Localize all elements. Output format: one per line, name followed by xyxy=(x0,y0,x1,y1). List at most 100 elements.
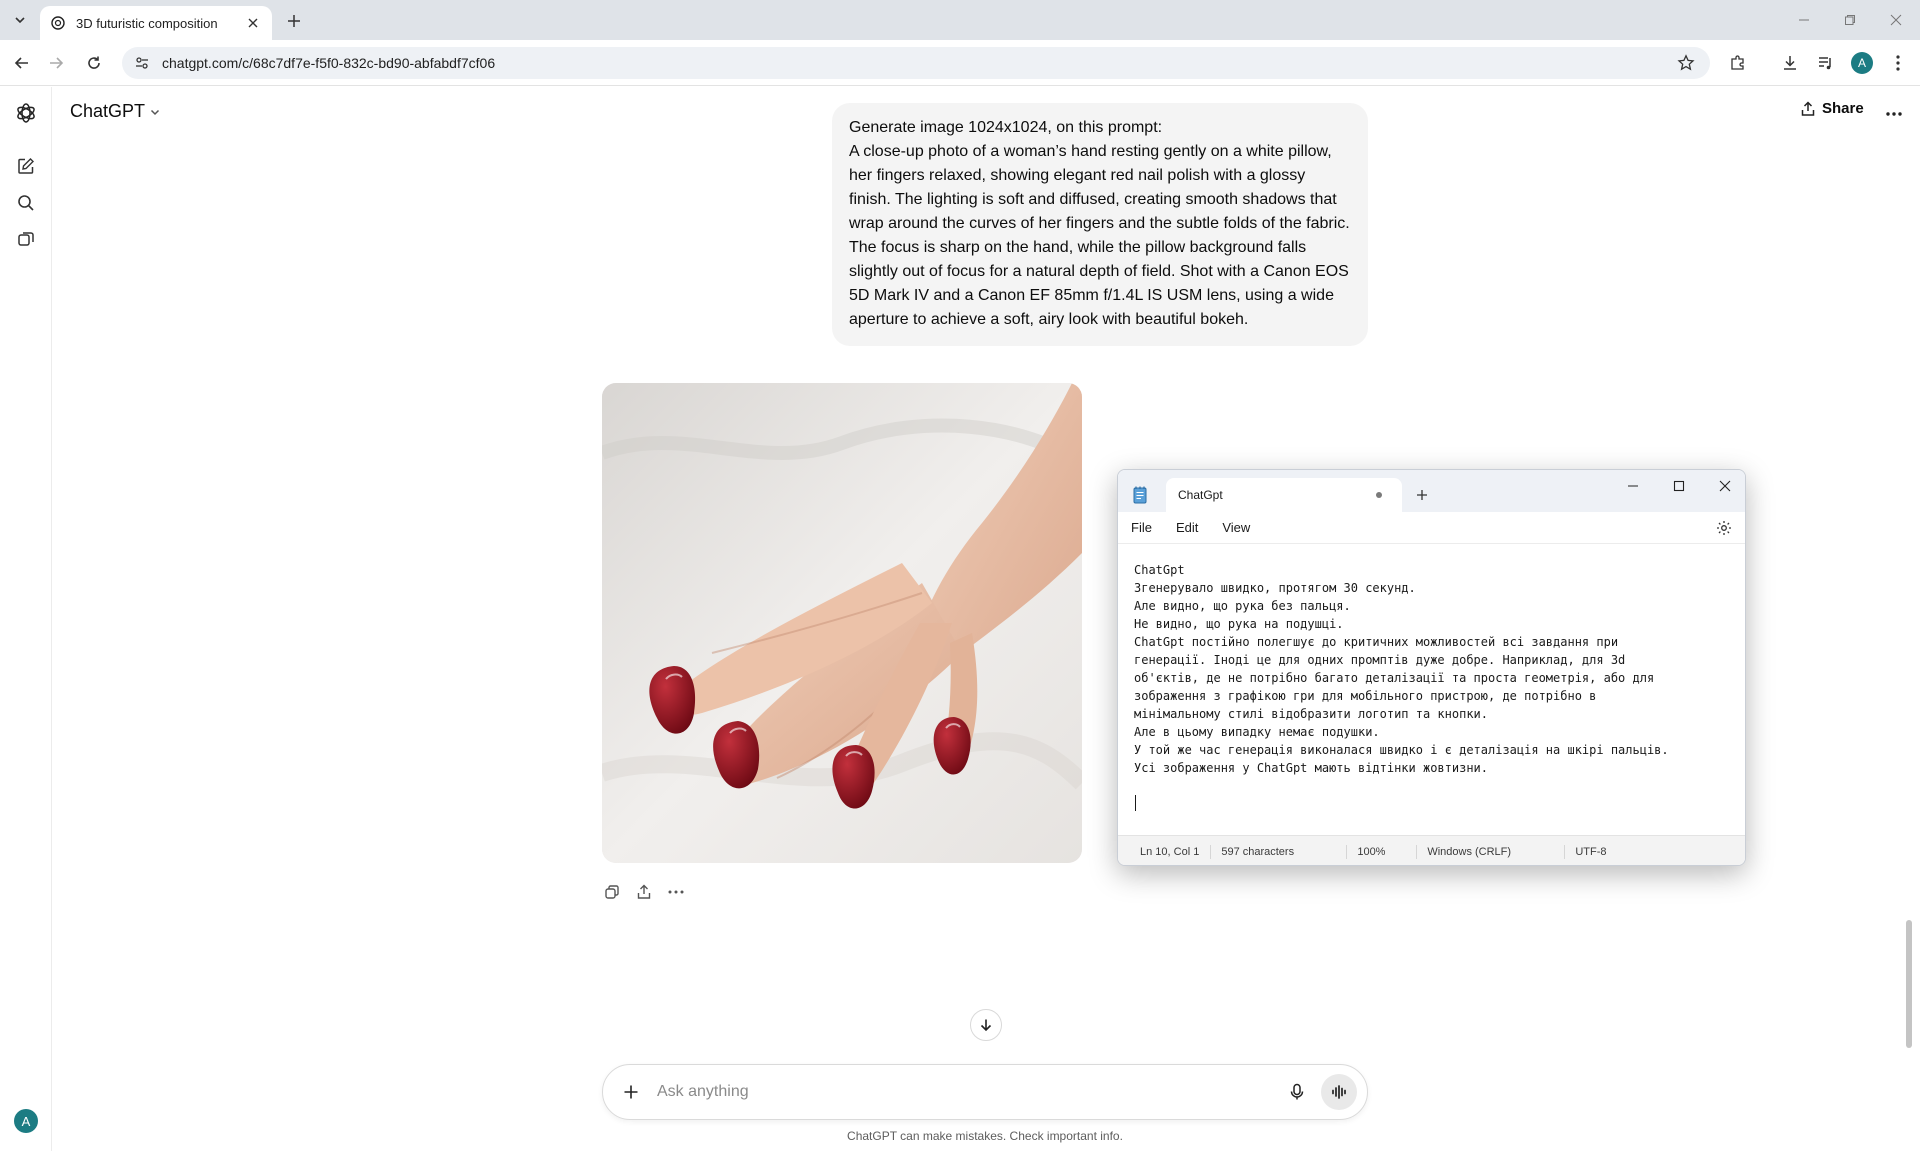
user-message-heading: Generate image 1024x1024, on this prompt… xyxy=(849,119,1163,136)
copy-icon xyxy=(605,885,619,899)
page-scrollbar-thumb[interactable] xyxy=(1906,920,1912,1048)
dictate-button[interactable] xyxy=(1281,1076,1313,1108)
conversation-options-button[interactable] xyxy=(1882,102,1906,126)
share-icon xyxy=(637,884,651,899)
close-icon xyxy=(1719,480,1731,492)
downloads-button[interactable] xyxy=(1778,51,1802,75)
disclaimer-text: ChatGPT can make mistakes. Check importa… xyxy=(847,1129,1123,1143)
notepad-close-button[interactable] xyxy=(1714,475,1736,497)
notepad-titlebar[interactable]: ChatGpt xyxy=(1118,470,1745,512)
menu-view[interactable]: View xyxy=(1222,520,1250,535)
status-cursor-position: Ln 10, Col 1 xyxy=(1118,844,1212,859)
forward-button[interactable] xyxy=(44,51,68,75)
reload-button[interactable] xyxy=(82,51,106,75)
new-chat-button[interactable] xyxy=(14,154,38,178)
status-line-ending: Windows (CRLF) xyxy=(1417,844,1566,859)
status-character-count: 597 characters xyxy=(1211,844,1348,859)
reload-icon xyxy=(88,56,100,69)
share-button[interactable]: Share xyxy=(1800,100,1864,117)
plus-icon xyxy=(624,1085,638,1099)
address-bar[interactable]: chatgpt.com/c/68c7df7e-f5f0-832c-bd90-ab… xyxy=(122,47,1710,79)
message-input[interactable] xyxy=(657,1083,1281,1101)
user-message-bubble: Generate image 1024x1024, on this prompt… xyxy=(832,103,1368,346)
share-image-button[interactable] xyxy=(632,880,656,904)
menu-edit[interactable]: Edit xyxy=(1176,520,1198,535)
openai-logo-button[interactable] xyxy=(14,101,38,125)
browser-menu-button[interactable] xyxy=(1886,51,1910,75)
maximize-icon xyxy=(1673,480,1685,492)
browser-toolbar: chatgpt.com/c/68c7df7e-f5f0-832c-bd90-ab… xyxy=(0,40,1920,86)
notepad-tab[interactable]: ChatGpt xyxy=(1166,478,1402,512)
search-icon xyxy=(18,195,34,211)
notepad-minimize-button[interactable] xyxy=(1622,475,1644,497)
browser-tab-active[interactable]: 3D futuristic composition xyxy=(40,6,272,40)
status-zoom: 100% xyxy=(1347,844,1418,859)
voice-mode-button[interactable] xyxy=(1321,1074,1357,1110)
bookmark-star-button[interactable] xyxy=(1674,51,1698,75)
back-button[interactable] xyxy=(10,51,34,75)
gear-icon xyxy=(1717,521,1731,535)
browser-tab-title: 3D futuristic composition xyxy=(76,15,218,31)
voice-waveform-icon xyxy=(1332,1085,1346,1099)
chatgpt-sidebar-rail: A xyxy=(0,87,52,1151)
scroll-to-bottom-button[interactable] xyxy=(970,1009,1002,1041)
close-tab-icon[interactable] xyxy=(244,14,262,32)
arrow-down-icon xyxy=(980,1019,992,1032)
new-chat-icon xyxy=(18,158,34,174)
restore-icon xyxy=(1845,15,1855,25)
text-caret xyxy=(1135,795,1136,811)
menu-file[interactable]: File xyxy=(1131,520,1152,535)
model-name: ChatGPT xyxy=(70,101,146,121)
library-button[interactable] xyxy=(14,227,38,251)
notepad-maximize-button[interactable] xyxy=(1668,475,1690,497)
plus-icon xyxy=(288,15,300,27)
copy-button[interactable] xyxy=(600,880,624,904)
close-window-button[interactable] xyxy=(1884,8,1908,32)
puzzle-icon xyxy=(1731,55,1744,70)
microphone-icon xyxy=(1290,1083,1304,1100)
user-message-text: A close-up photo of a woman’s hand resti… xyxy=(849,143,1350,328)
chatgpt-favicon-icon xyxy=(50,15,66,31)
model-selector[interactable]: ChatGPT xyxy=(70,101,161,122)
more-options-button[interactable] xyxy=(664,880,688,904)
plus-icon xyxy=(1417,490,1427,500)
kebab-menu-icon xyxy=(1896,55,1900,71)
site-info-icon[interactable] xyxy=(134,55,150,71)
new-tab-button[interactable] xyxy=(282,9,306,33)
library-icon xyxy=(18,232,34,246)
minimize-icon xyxy=(1799,19,1809,21)
arrow-right-icon xyxy=(50,57,64,69)
minimize-icon xyxy=(1628,485,1638,487)
search-chats-button[interactable] xyxy=(14,191,38,215)
restore-window-button[interactable] xyxy=(1838,8,1862,32)
more-horizontal-icon xyxy=(668,890,684,894)
share-icon xyxy=(1800,100,1816,117)
notepad-text-area[interactable]: ChatGpt Згенерувало швидко, протягом 30 … xyxy=(1134,561,1734,777)
notepad-window: ChatGpt File Edit View ChatGpt Згенерува… xyxy=(1117,469,1746,866)
status-encoding: UTF-8 xyxy=(1575,845,1607,858)
download-icon xyxy=(1784,56,1796,70)
unsaved-indicator-icon[interactable] xyxy=(1376,492,1382,498)
share-label: Share xyxy=(1822,100,1864,117)
user-avatar[interactable]: A xyxy=(14,1109,38,1133)
notepad-settings-button[interactable] xyxy=(1715,519,1733,537)
minimize-window-button[interactable] xyxy=(1792,8,1816,32)
extensions-button[interactable] xyxy=(1726,51,1750,75)
music-queue-icon xyxy=(1819,57,1831,70)
hand-on-pillow-image xyxy=(602,383,1082,863)
chat-composer xyxy=(602,1064,1368,1120)
generated-image[interactable] xyxy=(602,383,1082,863)
star-icon xyxy=(1677,54,1695,71)
tab-search-button[interactable] xyxy=(8,8,32,32)
more-horizontal-icon xyxy=(1886,112,1902,116)
chevron-down-icon xyxy=(15,17,25,24)
notepad-statusbar: Ln 10, Col 1 597 characters 100% Windows… xyxy=(1118,835,1745,865)
media-controls-button[interactable] xyxy=(1814,51,1838,75)
notepad-menubar: File Edit View xyxy=(1118,512,1745,544)
browser-profile-avatar[interactable]: A xyxy=(1851,52,1873,74)
notepad-new-tab-button[interactable] xyxy=(1414,487,1430,503)
openai-logo-icon xyxy=(17,103,35,123)
attach-button[interactable] xyxy=(617,1078,645,1106)
notepad-app-icon xyxy=(1133,486,1149,504)
chevron-down-icon xyxy=(149,106,161,118)
